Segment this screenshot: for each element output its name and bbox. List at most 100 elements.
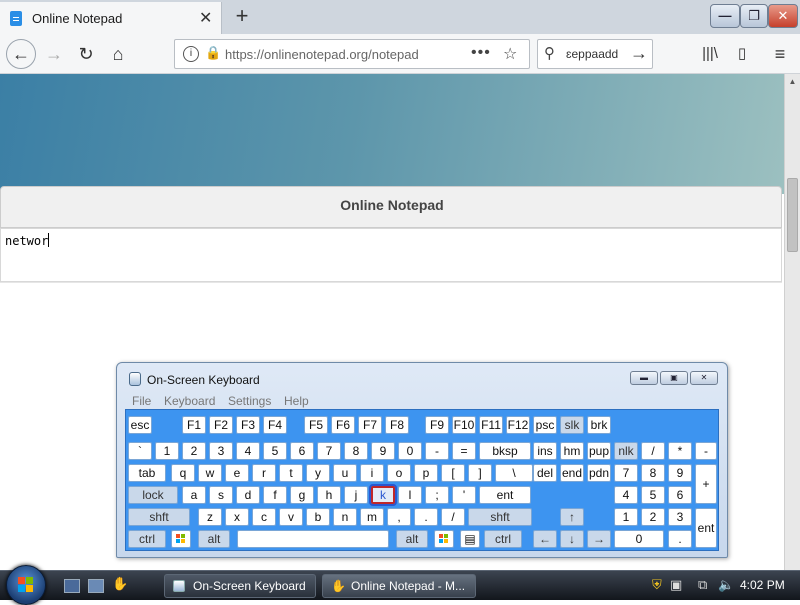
key-symbol[interactable]: / xyxy=(641,442,665,460)
search-input[interactable]: ɛeppaadd xyxy=(566,47,618,61)
key-ctrl[interactable]: ctrl xyxy=(128,530,166,548)
menu-file[interactable]: File xyxy=(132,394,151,408)
key-9[interactable]: 9 xyxy=(668,464,692,482)
osk-minimize-button[interactable]: ▬ xyxy=(630,371,658,385)
key-1[interactable]: 1 xyxy=(155,442,179,460)
key-1[interactable]: 1 xyxy=(614,508,638,526)
key-9[interactable]: 9 xyxy=(371,442,395,460)
key-brk[interactable]: brk xyxy=(587,416,611,434)
new-tab-button[interactable]: + xyxy=(230,3,254,29)
key-symbol[interactable]: + xyxy=(695,464,717,504)
key-pdn[interactable]: pdn xyxy=(587,464,611,482)
key-8[interactable]: 8 xyxy=(641,464,665,482)
key-t[interactable]: t xyxy=(279,464,303,482)
key-bksp[interactable]: bksp xyxy=(479,442,531,460)
key-ent[interactable]: ent xyxy=(479,486,531,504)
back-button[interactable]: ← xyxy=(6,39,36,69)
quicklaunch-app-icon[interactable]: ✋ xyxy=(112,576,128,591)
key-hm[interactable]: hm xyxy=(560,442,584,460)
key-s[interactable]: s xyxy=(209,486,233,504)
key-windows[interactable] xyxy=(434,530,454,548)
key-y[interactable]: y xyxy=(306,464,330,482)
key-symbol[interactable]: \ xyxy=(495,464,533,482)
key-f4[interactable]: F4 xyxy=(263,416,287,434)
key-7[interactable]: 7 xyxy=(317,442,341,460)
home-button[interactable]: ⌂ xyxy=(104,40,132,68)
key-symbol[interactable]: ▤ xyxy=(460,530,480,548)
search-bar[interactable]: ⚲ ɛeppaadd → xyxy=(537,39,653,69)
start-button[interactable] xyxy=(6,565,46,605)
search-go-icon[interactable]: → xyxy=(630,43,648,64)
key-symbol[interactable]: ↑ xyxy=(560,508,584,526)
key-space[interactable] xyxy=(237,530,389,548)
key-b[interactable]: b xyxy=(306,508,330,526)
key-m[interactable]: m xyxy=(360,508,384,526)
key-8[interactable]: 8 xyxy=(344,442,368,460)
key-f2[interactable]: F2 xyxy=(209,416,233,434)
key-x[interactable]: x xyxy=(225,508,249,526)
key-f1[interactable]: F1 xyxy=(182,416,206,434)
key-p[interactable]: p xyxy=(414,464,438,482)
key-e[interactable]: e xyxy=(225,464,249,482)
url-text[interactable]: https://onlinenotepad.org/notepad xyxy=(225,47,419,62)
key-f[interactable]: f xyxy=(263,486,287,504)
key-f11[interactable]: F11 xyxy=(479,416,503,434)
key-end[interactable]: end xyxy=(560,464,584,482)
key-4[interactable]: 4 xyxy=(236,442,260,460)
key-psc[interactable]: psc xyxy=(533,416,557,434)
key-2[interactable]: 2 xyxy=(641,508,665,526)
key-symbol[interactable]: ' xyxy=(452,486,476,504)
key-u[interactable]: u xyxy=(333,464,357,482)
network-icon[interactable]: ▣ xyxy=(670,577,682,593)
key-4[interactable]: 4 xyxy=(614,486,638,504)
library-icon[interactable]: |||\ xyxy=(696,40,724,68)
key-symbol[interactable]: * xyxy=(668,442,692,460)
key-q[interactable]: q xyxy=(171,464,195,482)
key-c[interactable]: c xyxy=(252,508,276,526)
key-alt[interactable]: alt xyxy=(198,530,230,548)
key-symbol[interactable]: → xyxy=(587,530,611,548)
scrollbar-thumb[interactable] xyxy=(787,178,798,252)
hamburger-menu-icon[interactable]: ≡ xyxy=(766,40,794,68)
vertical-scrollbar[interactable]: ▲ xyxy=(784,74,800,570)
key-6[interactable]: 6 xyxy=(668,486,692,504)
key-esc[interactable]: esc xyxy=(128,416,152,434)
forward-button[interactable]: → xyxy=(40,40,68,68)
editor-text[interactable]: networ xyxy=(5,233,50,248)
key-w[interactable]: w xyxy=(198,464,222,482)
menu-help[interactable]: Help xyxy=(284,394,309,408)
taskbar-item-online-notepad[interactable]: ✋ Online Notepad - M... xyxy=(322,574,476,598)
switch-windows-icon[interactable] xyxy=(88,579,104,593)
key-l[interactable]: l xyxy=(398,486,422,504)
key-2[interactable]: 2 xyxy=(182,442,206,460)
key-symbol[interactable]: . xyxy=(668,530,692,548)
key-f9[interactable]: F9 xyxy=(425,416,449,434)
key-5[interactable]: 5 xyxy=(641,486,665,504)
key-windows[interactable] xyxy=(171,530,191,548)
security-shield-icon[interactable]: ⛨ xyxy=(652,577,662,593)
osk-restore-button[interactable]: ▣ xyxy=(660,371,688,385)
key-5[interactable]: 5 xyxy=(263,442,287,460)
key-v[interactable]: v xyxy=(279,508,303,526)
key-alt[interactable]: alt xyxy=(396,530,428,548)
key-symbol[interactable]: ← xyxy=(533,530,557,548)
key-ent[interactable]: ent xyxy=(695,508,717,548)
key-shft[interactable]: shft xyxy=(468,508,532,526)
key-shft[interactable]: shft xyxy=(128,508,190,526)
window-maximize-button[interactable]: ❐ xyxy=(740,4,768,28)
tab-close-icon[interactable]: ✕ xyxy=(199,8,212,28)
window-minimize-button[interactable]: — xyxy=(710,4,740,28)
reload-button[interactable]: ↻ xyxy=(72,40,100,68)
display-icon[interactable]: ⧉ xyxy=(698,577,707,593)
system-clock[interactable]: 4:02 PM xyxy=(740,578,785,592)
key-g[interactable]: g xyxy=(290,486,314,504)
key-f8[interactable]: F8 xyxy=(385,416,409,434)
notepad-editor[interactable]: networ xyxy=(0,228,782,282)
window-close-button[interactable]: ✕ xyxy=(768,4,798,28)
tab-online-notepad[interactable]: Online Notepad ✕ xyxy=(0,2,222,34)
page-actions-icon[interactable]: ••• xyxy=(471,44,491,62)
key-f3[interactable]: F3 xyxy=(236,416,260,434)
key-k[interactable]: k xyxy=(369,484,397,506)
address-bar[interactable]: i 🔒 https://onlinenotepad.org/notepad ••… xyxy=(174,39,530,69)
key-pup[interactable]: pup xyxy=(587,442,611,460)
